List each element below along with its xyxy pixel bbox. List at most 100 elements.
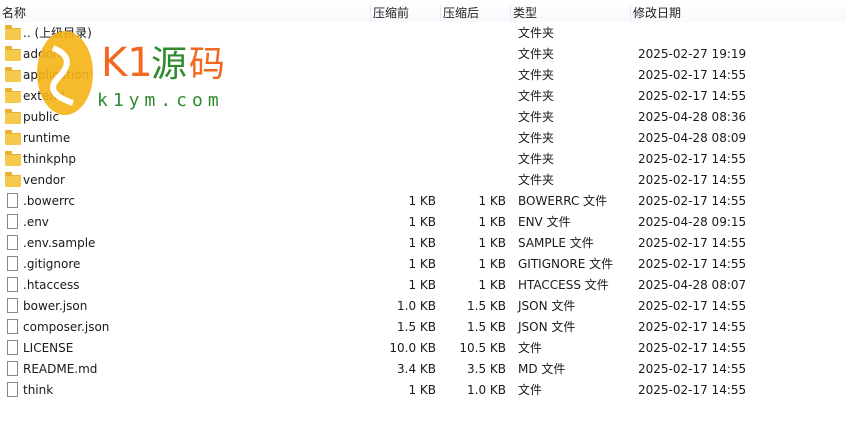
file-row[interactable]: public 文件夹 2025-04-28 08:36	[0, 107, 846, 128]
file-name: extend	[23, 89, 65, 103]
file-type: ENV 文件	[518, 215, 571, 229]
modified-date: 2025-02-17 14:55	[638, 383, 747, 397]
file-row[interactable]: vendor 文件夹 2025-02-17 14:55	[0, 170, 846, 191]
file-row[interactable]: README.md 3.4 KB 3.5 KB MD 文件 2025-02-17…	[0, 359, 846, 380]
file-name: bower.json	[23, 299, 88, 313]
file-row[interactable]: runtime 文件夹 2025-04-28 08:09	[0, 128, 846, 149]
size-before: 10.0 KB	[389, 341, 436, 355]
file-name: .env	[23, 215, 49, 229]
folder-icon	[5, 151, 21, 166]
file-type: 文件夹	[518, 110, 555, 124]
file-row[interactable]: .gitignore 1 KB 1 KB GITIGNORE 文件 2025-0…	[0, 254, 846, 275]
modified-date: 2025-02-17 14:55	[638, 173, 747, 187]
column-header: 名称 压缩前 压缩后 类型 修改日期	[0, 0, 846, 22]
modified-date: 2025-04-28 08:09	[638, 131, 747, 145]
size-after: 3.5 KB	[467, 362, 506, 376]
folder-icon	[5, 109, 21, 124]
folder-icon	[5, 67, 21, 82]
size-before: 3.4 KB	[397, 362, 436, 376]
file-type: JSON 文件	[518, 320, 576, 334]
size-after: 1.5 KB	[467, 320, 506, 334]
modified-date: 2025-02-17 14:55	[638, 236, 747, 250]
file-type: 文件夹	[518, 131, 555, 145]
modified-date: 2025-04-28 08:07	[638, 278, 747, 292]
file-name: application	[23, 68, 90, 82]
size-before: 1.5 KB	[397, 320, 436, 334]
size-before: 1 KB	[408, 236, 436, 250]
file-name: .env.sample	[23, 236, 96, 250]
file-type: HTACCESS 文件	[518, 278, 609, 292]
size-before: 1.0 KB	[397, 299, 436, 313]
file-icon	[7, 298, 18, 313]
file-name: public	[23, 110, 60, 124]
file-row[interactable]: composer.json 1.5 KB 1.5 KB JSON 文件 2025…	[0, 317, 846, 338]
file-name: composer.json	[23, 320, 110, 334]
file-row[interactable]: application 文件夹 2025-02-17 14:55	[0, 65, 846, 86]
file-row[interactable]: .bowerrc 1 KB 1 KB BOWERRC 文件 2025-02-17…	[0, 191, 846, 212]
file-icon	[7, 214, 18, 229]
column-date[interactable]: 修改日期	[630, 4, 846, 22]
folder-icon	[5, 25, 21, 40]
file-list: .. (上级目录) 文件夹 addons 文件夹 2025-02-27 19:1…	[0, 23, 846, 401]
folder-icon	[5, 46, 21, 61]
modified-date: 2025-02-17 14:55	[638, 341, 747, 355]
file-name: vendor	[23, 173, 65, 187]
file-name: addons	[23, 47, 67, 61]
column-before[interactable]: 压缩前	[370, 4, 440, 22]
file-name: thinkphp	[23, 152, 77, 166]
file-type: BOWERRC 文件	[518, 194, 608, 208]
size-before: 1 KB	[408, 215, 436, 229]
folder-icon	[5, 130, 21, 145]
file-type: 文件夹	[518, 152, 555, 166]
size-after: 1 KB	[478, 236, 506, 250]
file-name: .bowerrc	[23, 194, 75, 208]
size-before: 1 KB	[408, 278, 436, 292]
file-row[interactable]: .env.sample 1 KB 1 KB SAMPLE 文件 2025-02-…	[0, 233, 846, 254]
modified-date: 2025-02-17 14:55	[638, 68, 747, 82]
modified-date: 2025-02-17 14:55	[638, 89, 747, 103]
file-icon	[7, 193, 18, 208]
column-type[interactable]: 类型	[510, 4, 630, 22]
file-row[interactable]: .. (上级目录) 文件夹	[0, 23, 846, 44]
column-after[interactable]: 压缩后	[440, 4, 510, 22]
column-name[interactable]: 名称	[2, 4, 26, 22]
file-type: 文件夹	[518, 26, 555, 40]
file-type: JSON 文件	[518, 299, 576, 313]
size-after: 1 KB	[478, 278, 506, 292]
file-icon	[7, 361, 18, 376]
file-type: MD 文件	[518, 362, 566, 376]
modified-date: 2025-04-28 08:36	[638, 110, 747, 124]
file-type: 文件夹	[518, 173, 555, 187]
file-type: 文件	[518, 341, 543, 355]
file-type: SAMPLE 文件	[518, 236, 594, 250]
file-row[interactable]: addons 文件夹 2025-02-27 19:19	[0, 44, 846, 65]
file-icon	[7, 235, 18, 250]
file-type: 文件夹	[518, 47, 555, 61]
size-before: 1 KB	[408, 194, 436, 208]
size-before: 1 KB	[408, 383, 436, 397]
file-row[interactable]: .env 1 KB 1 KB ENV 文件 2025-04-28 09:15	[0, 212, 846, 233]
folder-icon	[5, 88, 21, 103]
file-row[interactable]: bower.json 1.0 KB 1.5 KB JSON 文件 2025-02…	[0, 296, 846, 317]
file-type: 文件夹	[518, 89, 555, 103]
file-name: think	[23, 383, 54, 397]
modified-date: 2025-02-17 14:55	[638, 152, 747, 166]
file-name: .gitignore	[23, 257, 81, 271]
file-row[interactable]: think 1 KB 1.0 KB 文件 2025-02-17 14:55	[0, 380, 846, 401]
file-type: 文件	[518, 383, 543, 397]
file-type: GITIGNORE 文件	[518, 257, 614, 271]
modified-date: 2025-04-28 09:15	[638, 215, 747, 229]
file-name: README.md	[23, 362, 98, 376]
file-row[interactable]: extend 文件夹 2025-02-17 14:55	[0, 86, 846, 107]
size-after: 1.0 KB	[467, 383, 506, 397]
size-after: 1.5 KB	[467, 299, 506, 313]
file-name: .. (上级目录)	[23, 26, 92, 40]
file-row[interactable]: LICENSE 10.0 KB 10.5 KB 文件 2025-02-17 14…	[0, 338, 846, 359]
file-icon	[7, 256, 18, 271]
size-after: 10.5 KB	[459, 341, 506, 355]
size-after: 1 KB	[478, 215, 506, 229]
file-row[interactable]: thinkphp 文件夹 2025-02-17 14:55	[0, 149, 846, 170]
modified-date: 2025-02-27 19:19	[638, 47, 747, 61]
file-row[interactable]: .htaccess 1 KB 1 KB HTACCESS 文件 2025-04-…	[0, 275, 846, 296]
modified-date: 2025-02-17 14:55	[638, 362, 747, 376]
